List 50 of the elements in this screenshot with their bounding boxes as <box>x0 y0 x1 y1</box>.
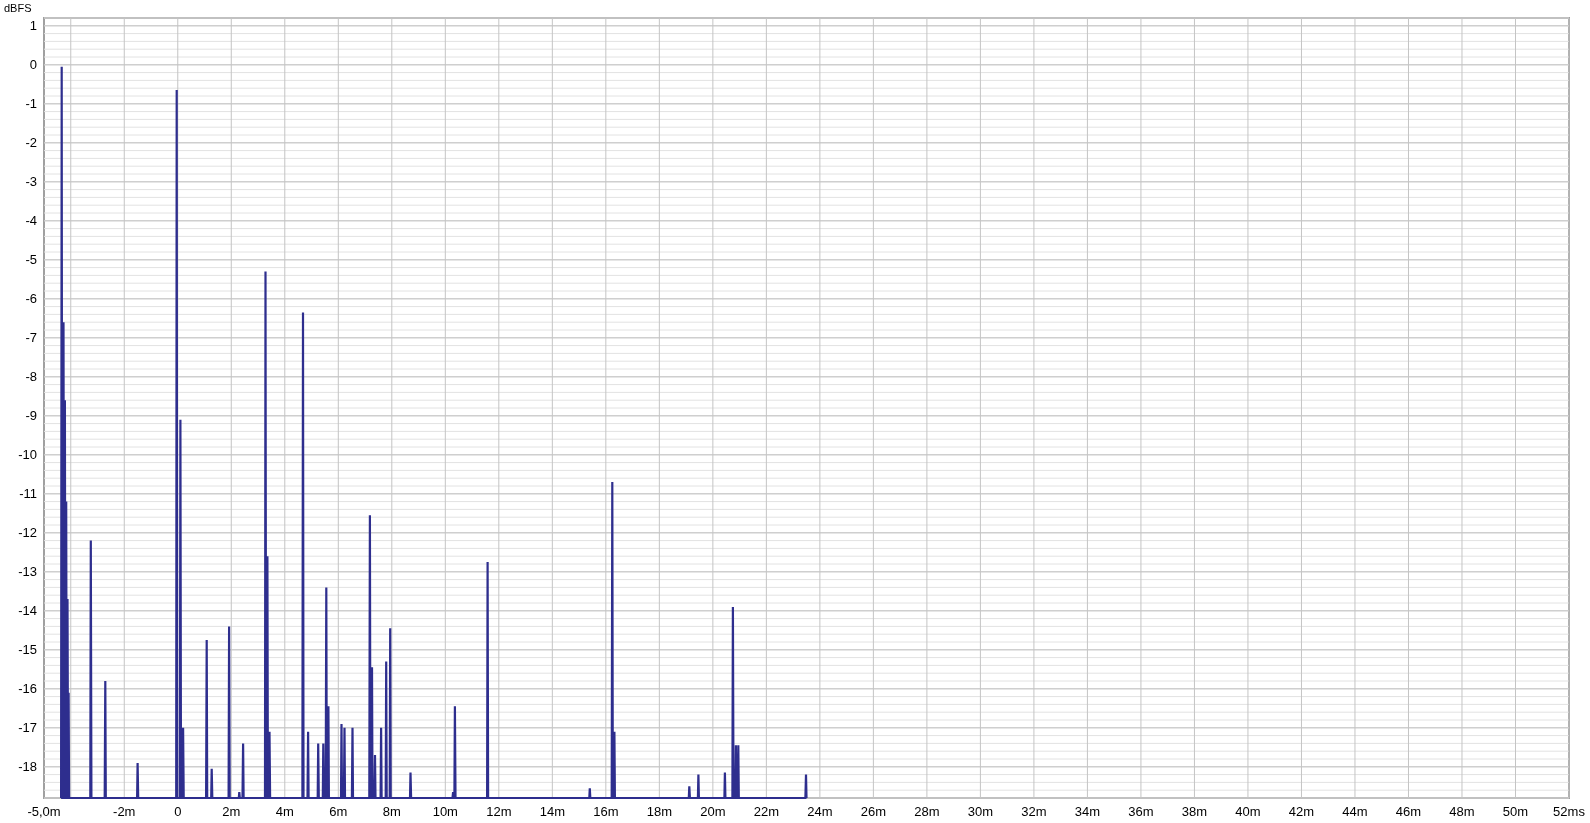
x-tick-label: 28m <box>914 804 940 819</box>
y-tick-label: -13 <box>18 563 37 579</box>
x-tick-label: 10m <box>432 804 458 819</box>
x-tick-label: 0 <box>174 804 182 819</box>
y-tick-label: -11 <box>19 485 37 501</box>
x-tick-label: 20m <box>700 804 726 819</box>
x-tick-label: 46m <box>1395 804 1422 819</box>
y-tick-label: -18 <box>18 758 37 774</box>
x-tick-label: 8m <box>382 804 401 819</box>
x-tick-label: 44m <box>1342 804 1368 819</box>
x-tick-label: 50m <box>1502 804 1529 819</box>
x-tick-label: 22m <box>753 804 779 819</box>
x-tick-label: 34m <box>1074 804 1101 819</box>
x-tick-label: 36m <box>1128 804 1154 819</box>
y-tick-label: -4 <box>25 212 37 228</box>
x-tick-label: 12m <box>486 804 512 819</box>
y-tick-label: -3 <box>25 173 37 189</box>
x-tick-label: 30m <box>967 804 994 819</box>
x-tick-label: 38m <box>1181 804 1208 819</box>
x-tick-label: -5,0m <box>27 804 61 819</box>
x-tick-label: 32m <box>1021 804 1047 819</box>
y-tick-label: -15 <box>18 641 37 657</box>
y-tick-label: -10 <box>18 446 37 462</box>
x-tick-label: 48m <box>1449 804 1475 819</box>
x-tick-label: 6m <box>329 804 348 819</box>
y-tick-label: -9 <box>25 407 37 423</box>
axis-title: dBFS <box>4 2 32 14</box>
x-tick-label: 18m <box>646 804 672 819</box>
x-tick-label: 42m <box>1288 804 1315 819</box>
x-tick-label: 40m <box>1235 804 1261 819</box>
y-tick-label: -17 <box>18 719 37 735</box>
x-tick-label: 16m <box>593 804 619 819</box>
x-tick-label: 24m <box>807 804 833 819</box>
y-tick-label: -6 <box>25 290 37 306</box>
y-tick-label: -5 <box>25 251 37 267</box>
y-tick-label: 0 <box>29 56 37 72</box>
x-tick-label: -2m <box>113 804 136 819</box>
x-tick-label: 2m <box>222 804 241 819</box>
x-tick-label: 4m <box>275 804 294 819</box>
y-tick-label: -1 <box>25 95 37 111</box>
y-tick-label: -8 <box>25 368 37 384</box>
x-tick-label: 14m <box>539 804 565 819</box>
x-tick-label: 26m <box>860 804 887 819</box>
y-tick-label: -14 <box>18 602 37 618</box>
y-tick-label: -7 <box>25 329 37 345</box>
x-tick-label: 52ms <box>1553 804 1585 819</box>
y-tick-label: 1 <box>29 17 37 33</box>
y-tick-label: -12 <box>18 524 37 540</box>
y-tick-label: -2 <box>25 134 37 150</box>
y-tick-label: -16 <box>18 680 37 696</box>
